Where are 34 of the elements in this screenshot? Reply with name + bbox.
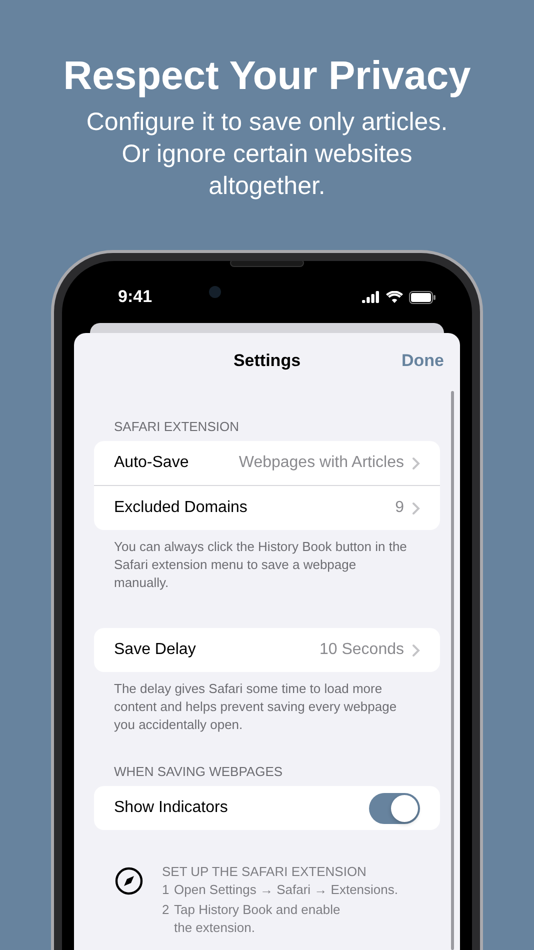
- settings-row[interactable]: Save Delay 10 Seconds: [94, 628, 440, 672]
- row-label: Excluded Domains: [114, 499, 248, 517]
- compass-icon: [114, 866, 144, 896]
- sheet-title: Settings: [233, 351, 301, 371]
- row-label: Auto-Save: [114, 454, 190, 472]
- chevron-icon: [412, 502, 420, 514]
- subtitle: Or ignore certain websites altogether.: [120, 139, 414, 202]
- chevron-icon: [412, 644, 420, 656]
- toggle-switch[interactable]: [369, 792, 420, 824]
- row-value: Webpages with Articles: [238, 454, 404, 472]
- row-value: 10 Seconds: [319, 641, 404, 659]
- row-label: Save Delay: [114, 641, 197, 659]
- section-header: WHEN SAVING WEBPAGES: [113, 764, 284, 781]
- section-footer: You can always click the History Book button in the Safari extension menu to save a webpage manually.: [94, 530, 440, 592]
- subtitle: Configure it to save only articles.: [86, 107, 448, 138]
- signal-icon: [362, 291, 380, 303]
- step-text: Tap History Book and enable the extension.: [174, 901, 342, 937]
- step-text: Open Settings → Safari → Extensions.: [174, 881, 398, 899]
- chevron-icon: [412, 456, 420, 470]
- section-header: SAFARI EXTENSION: [113, 419, 240, 436]
- section-footer: The delay gives Safari some time to load more content and helps prevent saving every webpage you accidentally open.: [94, 672, 440, 734]
- setup-title: SET UP THE SAFARI EXTENSION: [162, 864, 368, 879]
- camera-icon: [209, 286, 221, 298]
- battery-icon: [409, 290, 436, 304]
- done-button[interactable]: Done: [402, 351, 444, 371]
- settings-row[interactable]: Auto-Save Webpages with Articles: [94, 441, 440, 485]
- settings-row[interactable]: Excluded Domains 9: [94, 485, 440, 530]
- wifi-icon: [386, 291, 403, 303]
- step-number: 2: [162, 901, 170, 919]
- status-time: 9:41: [118, 287, 152, 307]
- step-number: 1: [162, 881, 170, 899]
- headline: Respect Your Privacy: [63, 53, 471, 100]
- row-value: 9: [395, 499, 404, 517]
- row-label: Show Indicators: [114, 799, 229, 817]
